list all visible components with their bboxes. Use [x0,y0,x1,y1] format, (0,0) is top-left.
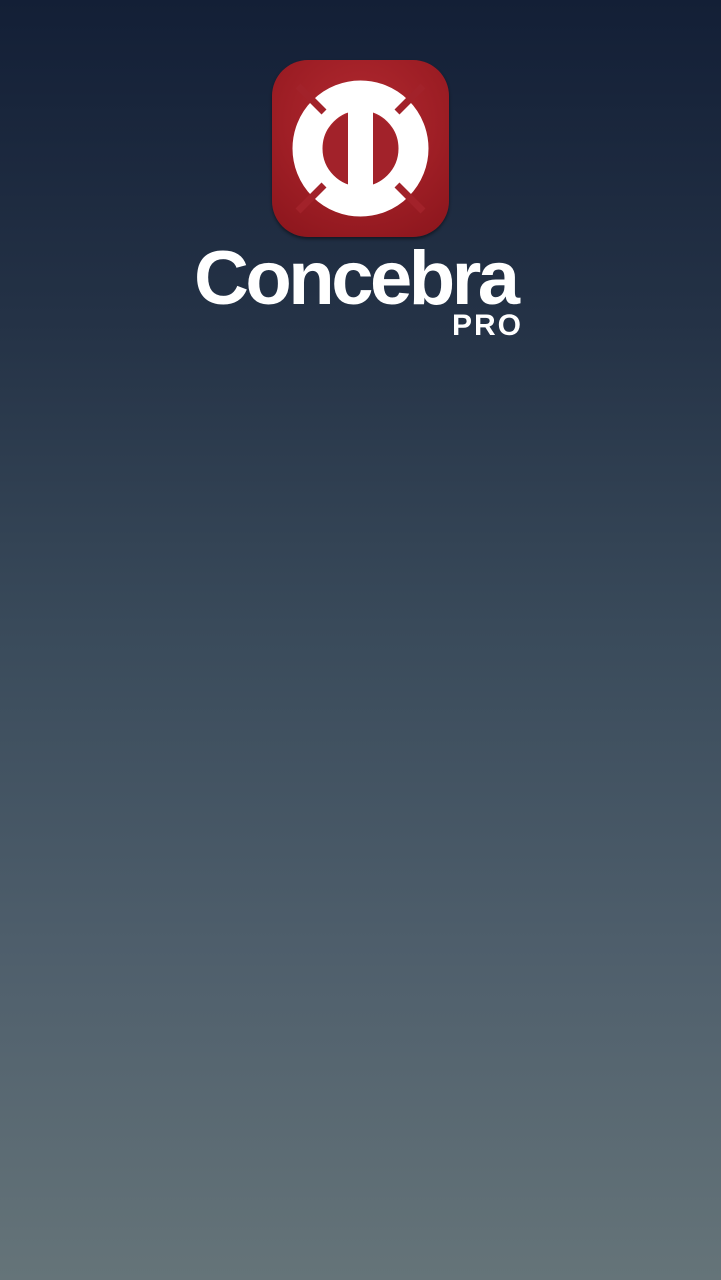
splash-screen: Concebra PRO [0,0,721,1280]
lifebuoy-logo-icon [292,80,429,217]
app-logo [272,60,449,237]
brand-tier: PRO [451,309,523,342]
